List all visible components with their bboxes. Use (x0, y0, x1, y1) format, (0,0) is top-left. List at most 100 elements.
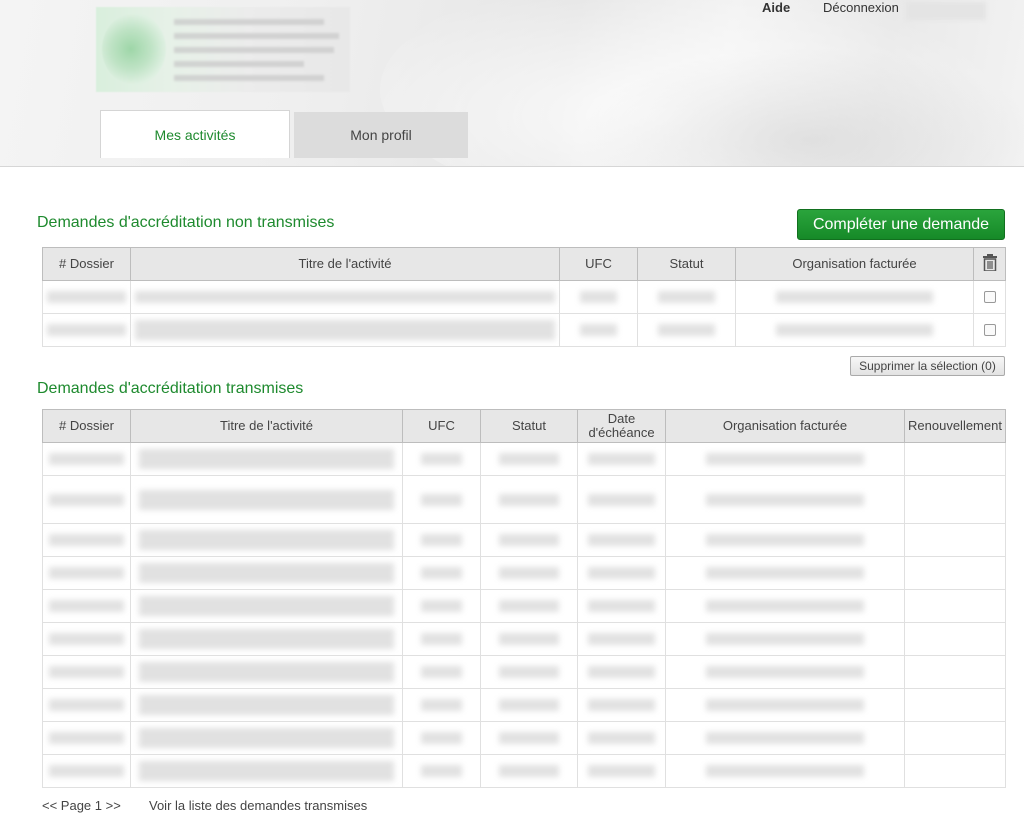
cell-blurred (577, 442, 666, 476)
cell-blurred (665, 622, 905, 656)
cell-blurred (130, 589, 403, 623)
table-header-row: # Dossier Titre de l'activité UFC Statut… (42, 247, 1006, 281)
cell-blurred (130, 442, 403, 476)
table-row[interactable] (42, 754, 1006, 788)
column-header-status[interactable]: Statut (480, 409, 578, 443)
column-header-ufc[interactable]: UFC (402, 409, 481, 443)
cell-blurred (480, 442, 578, 476)
cell-blurred (402, 754, 481, 788)
cell-blurred (665, 655, 905, 689)
cell-blurred (402, 622, 481, 656)
organization-logo[interactable] (96, 7, 350, 92)
cell-blurred (480, 622, 578, 656)
table-row[interactable] (42, 475, 1006, 524)
column-header-due-date[interactable]: Date d'échéance (577, 409, 666, 443)
cell-blurred (402, 475, 481, 524)
cell-blurred (130, 523, 403, 557)
cell-blurred (402, 442, 481, 476)
cell-blurred (480, 556, 578, 590)
cell-blurred (735, 313, 974, 347)
renewal-cell (904, 475, 1006, 524)
table-row[interactable] (42, 280, 1006, 314)
renewal-cell (904, 556, 1006, 590)
cell-blurred (480, 754, 578, 788)
row-select-checkbox[interactable] (973, 280, 1006, 314)
cell-blurred (665, 442, 905, 476)
cell-blurred (665, 688, 905, 722)
logout-link[interactable]: Déconnexion (823, 0, 899, 15)
cell-blurred (42, 688, 131, 722)
cell-blurred (577, 721, 666, 755)
cell-blurred (402, 655, 481, 689)
column-header-dossier[interactable]: # Dossier (42, 247, 131, 281)
cell-blurred (42, 523, 131, 557)
pending-section-title: Demandes d'accréditation non transmises (37, 214, 335, 231)
cell-blurred (42, 754, 131, 788)
cell-blurred (130, 754, 403, 788)
cell-blurred (577, 523, 666, 557)
table-row[interactable] (42, 688, 1006, 722)
table-row[interactable] (42, 622, 1006, 656)
cell-blurred (577, 622, 666, 656)
cell-blurred (480, 523, 578, 557)
cell-blurred (42, 442, 131, 476)
cell-blurred (42, 589, 131, 623)
cell-blurred (402, 556, 481, 590)
cell-blurred (42, 280, 131, 314)
cell-blurred (637, 280, 736, 314)
cell-blurred (480, 688, 578, 722)
cell-blurred (130, 688, 403, 722)
cell-blurred (665, 523, 905, 557)
cell-blurred (42, 622, 131, 656)
cell-blurred (577, 475, 666, 524)
cell-blurred (130, 313, 560, 347)
column-header-status[interactable]: Statut (637, 247, 736, 281)
column-header-title[interactable]: Titre de l'activité (130, 409, 403, 443)
cell-blurred (735, 280, 974, 314)
cell-blurred (559, 280, 638, 314)
cell-blurred (480, 589, 578, 623)
cell-blurred (42, 721, 131, 755)
complete-request-button[interactable]: Compléter une demande (797, 209, 1005, 240)
row-select-checkbox[interactable] (973, 313, 1006, 347)
tab-my-activities[interactable]: Mes activités (100, 110, 290, 158)
table-row[interactable] (42, 556, 1006, 590)
cell-blurred (637, 313, 736, 347)
page-header: Aide Déconnexion Mes activités Mon profi… (0, 0, 1024, 167)
view-submitted-list-link[interactable]: Voir la liste des demandes transmises (149, 798, 367, 813)
renewal-cell (904, 655, 1006, 689)
submitted-section-title: Demandes d'accréditation transmises (37, 380, 304, 397)
cell-blurred (665, 721, 905, 755)
table-row[interactable] (42, 589, 1006, 623)
cell-blurred (402, 688, 481, 722)
delete-selection-button[interactable]: Supprimer la sélection (0) (850, 356, 1005, 376)
table-row[interactable] (42, 721, 1006, 755)
help-link[interactable]: Aide (762, 0, 790, 15)
column-header-ufc[interactable]: UFC (559, 247, 638, 281)
cell-blurred (665, 556, 905, 590)
cell-blurred (665, 475, 905, 524)
table-row[interactable] (42, 442, 1006, 476)
tab-my-profile[interactable]: Mon profil (294, 112, 468, 158)
cell-blurred (130, 622, 403, 656)
renewal-cell (904, 754, 1006, 788)
logo-emblem-icon (102, 13, 166, 85)
cell-blurred (42, 475, 131, 524)
cell-blurred (130, 475, 403, 524)
table-row[interactable] (42, 313, 1006, 347)
cell-blurred (577, 589, 666, 623)
cell-blurred (130, 280, 560, 314)
cell-blurred (130, 556, 403, 590)
trash-icon (982, 254, 997, 271)
table-row[interactable] (42, 523, 1006, 557)
column-header-billed-organization[interactable]: Organisation facturée (665, 409, 905, 443)
table-row[interactable] (42, 655, 1006, 689)
column-header-renewal[interactable]: Renouvellement (904, 409, 1006, 443)
cell-blurred (577, 556, 666, 590)
cell-blurred (577, 655, 666, 689)
column-header-billed-organization[interactable]: Organisation facturée (735, 247, 974, 281)
pagination[interactable]: << Page 1 >> (42, 798, 121, 813)
column-header-dossier[interactable]: # Dossier (42, 409, 131, 443)
column-header-title[interactable]: Titre de l'activité (130, 247, 560, 281)
renewal-cell (904, 589, 1006, 623)
